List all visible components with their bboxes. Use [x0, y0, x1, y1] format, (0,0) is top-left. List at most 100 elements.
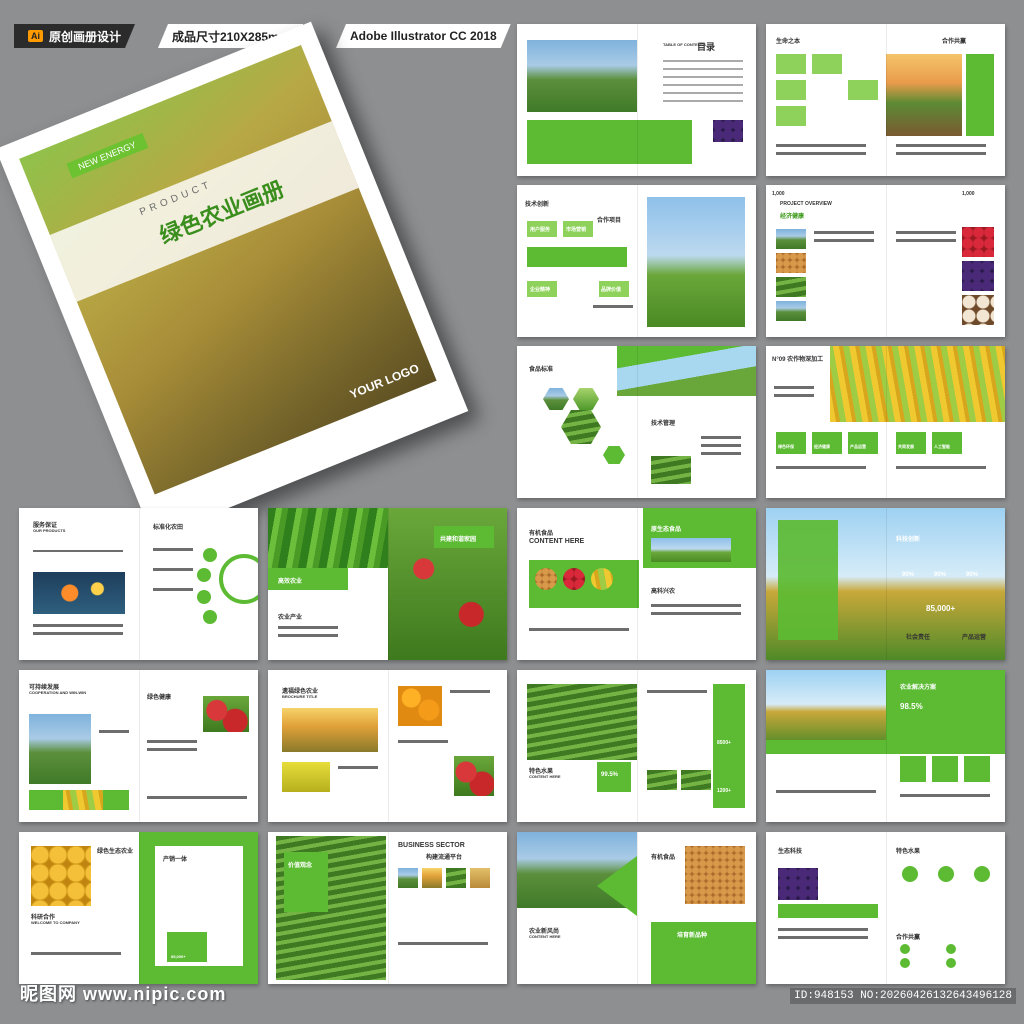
spread-title: 食品标准 [529, 367, 554, 373]
feature-block [848, 432, 878, 454]
right-subtitle: 高科兴农 [651, 589, 676, 595]
toc-title: 目录 [697, 42, 716, 52]
spread-processing: N°09 农作物深加工 绿色环保 经济健康 产品运营 共同发展 人工智能 [766, 346, 1005, 498]
tag-original-design: Ai 原创画册设计 [14, 24, 135, 48]
photo-thumb [470, 868, 490, 888]
spread-title: 生命之本 [776, 39, 801, 45]
text-line [896, 239, 956, 242]
text-line [593, 305, 633, 308]
photo-thumb [422, 868, 442, 888]
photo-banner [617, 346, 756, 396]
text-line [398, 740, 448, 743]
text-line [896, 152, 986, 155]
block-label: 用户服务 [530, 227, 551, 233]
feature-label: 绿色环保 [778, 444, 794, 449]
right-subtitle: 合作共赢 [896, 935, 921, 941]
green-column [966, 54, 994, 136]
text-line [153, 548, 193, 551]
block-label: 企业精神 [530, 287, 551, 293]
feature-label: 人工智能 [934, 444, 950, 449]
left-en: CONTENT HERE [529, 934, 561, 939]
spread-subtitle: OUR PRODUCTS [33, 528, 66, 533]
big-number: 85,000+ [926, 604, 956, 613]
label-1: 社会责任 [906, 635, 931, 641]
photo-thumb [446, 868, 466, 888]
watermark-brand: 昵图网 www.nipic.com [20, 984, 227, 1004]
text-line [814, 239, 874, 242]
text-line [33, 632, 123, 635]
label-a: 高效农业 [278, 579, 303, 585]
text-line [147, 748, 197, 751]
photo-harvester [766, 670, 886, 746]
photo-landscape [527, 40, 637, 112]
photo-rapeseed [282, 762, 330, 792]
feature-block [896, 432, 926, 454]
photo-thumb [647, 770, 677, 790]
spread-en: CONTENT HERE [529, 774, 561, 779]
photo-vegetables [268, 508, 388, 568]
text-line [776, 466, 866, 469]
green-bar [778, 904, 878, 918]
right-title: 标准化农田 [153, 525, 184, 531]
block-label: 品牌价值 [601, 287, 622, 293]
tag-software: Adobe Illustrator CC 2018 [336, 24, 511, 48]
feature-label: 产品运营 [850, 444, 866, 449]
text-line [778, 936, 868, 939]
text-line [701, 452, 741, 455]
photo-thumb [398, 868, 418, 888]
spread-food-standard: 食品标准 技术管理 [517, 346, 756, 498]
text-line [651, 612, 741, 615]
feature-block [900, 756, 926, 782]
photo-circle [591, 568, 613, 590]
feature-block [932, 432, 962, 454]
photo-thumb [776, 229, 806, 249]
text-line [147, 740, 197, 743]
photo-blueberry [962, 261, 994, 291]
spread-en: CONTENT HERE [529, 538, 585, 545]
spread-values: 价值观念 BUSINESS SECTOR 构建流通平台 [268, 832, 507, 984]
process-icon [938, 866, 954, 882]
leaf-icon [203, 610, 217, 624]
photo-thumb [651, 456, 691, 484]
icon-block [776, 106, 806, 126]
toc-line [663, 76, 743, 78]
spread-agriculture: 高效农业 农业产业 共建和谐家园 [268, 508, 507, 660]
right-title: 产销一体 [163, 857, 188, 863]
step-icon [900, 958, 910, 968]
text-line [651, 604, 741, 607]
label-2: 产品运营 [962, 635, 987, 641]
photo-apples-small [203, 696, 249, 732]
photo-corn [830, 346, 1005, 422]
photo-sunset-field [886, 54, 962, 136]
icon-block [848, 80, 878, 100]
spread-title: 生态科技 [778, 849, 803, 855]
text-line [774, 394, 814, 397]
mid-title: 合作项目 [597, 218, 622, 224]
spread-fruit: 特色水果 CONTENT HERE 99.5% 8500+ 1200+ [517, 670, 756, 822]
text-line [896, 144, 986, 147]
photo-fruits [31, 846, 91, 906]
spread-title: 农业解决方案 [900, 685, 937, 691]
feature-block [932, 756, 958, 782]
spread-solution: 农业解决方案 98.5% [766, 670, 1005, 822]
feature-block [812, 432, 842, 454]
spread-title: 有机食品 [529, 531, 554, 537]
page-number: 1,000 [772, 191, 785, 197]
text-line [776, 144, 866, 147]
photo-fruit [713, 120, 743, 142]
icon-block [812, 54, 842, 74]
hex-photo [543, 388, 569, 410]
photo-corn-small [63, 790, 103, 810]
spread-subtitle: COOPERATION AND WIN-WIN [29, 690, 87, 695]
stat-r2: 1200+ [717, 788, 732, 794]
photo-thumb [776, 253, 806, 273]
spread-title: 科技创新 [896, 537, 921, 543]
green-bar [527, 247, 627, 267]
stat-r1: 8500+ [717, 740, 732, 746]
text-line [896, 466, 986, 469]
leaf-icon [197, 590, 211, 604]
watermark-id: ID:948153 NO:20260426132643496128 [790, 988, 1016, 1004]
photo-thumb [776, 277, 806, 297]
spread-title: N°09 农作物深加工 [772, 357, 824, 363]
spread-eco: 绿色生态农业 科研合作 WELCOME TO COMPANY 产销一体 85,0… [19, 832, 258, 984]
